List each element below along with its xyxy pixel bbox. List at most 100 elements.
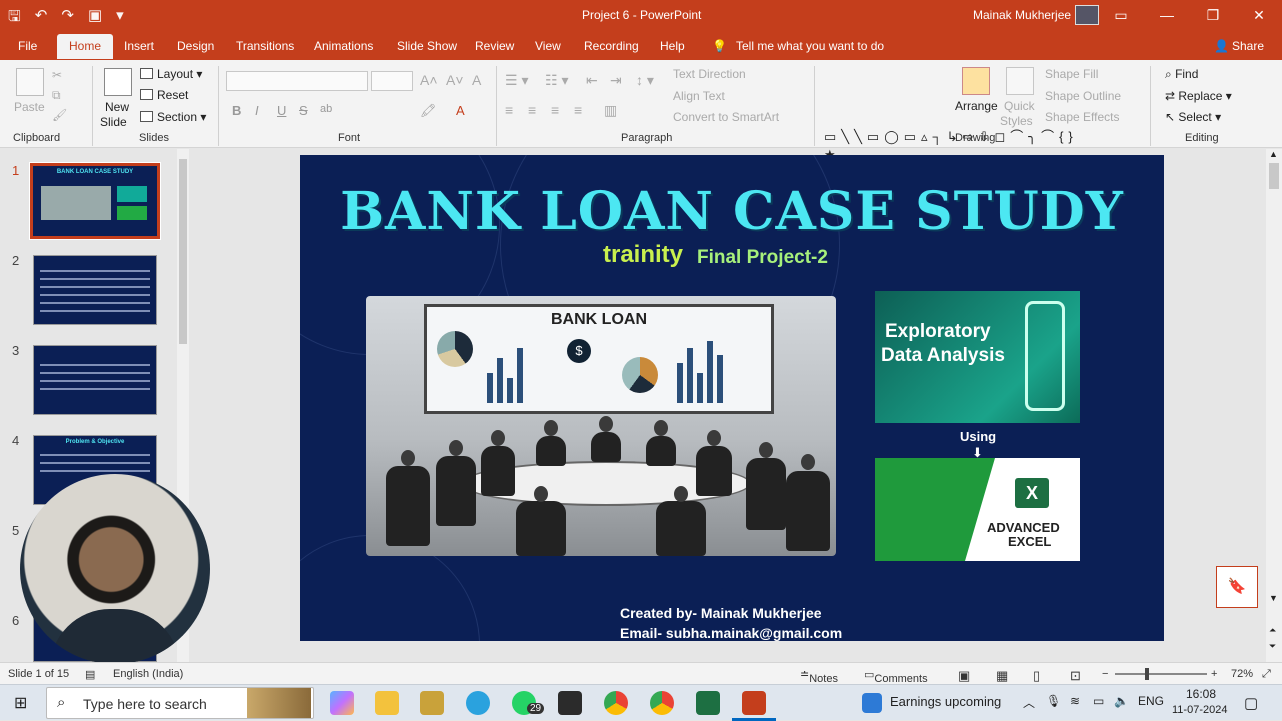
find-button[interactable]: ⌕ Find <box>1165 67 1198 82</box>
tab-slide-show[interactable]: Slide Show <box>397 39 457 53</box>
italic-button[interactable]: I <box>255 103 259 118</box>
tell-me-search[interactable]: Tell me what you want to do <box>736 39 884 53</box>
new-slide-label-2[interactable]: Slide <box>100 115 127 129</box>
news-icon[interactable] <box>862 693 882 713</box>
tab-transitions[interactable]: Transitions <box>236 39 294 53</box>
slide-scrollbar[interactable]: ▲ ▼ ⏶ ⏷ <box>1266 149 1282 662</box>
close-button[interactable]: ✕ <box>1236 0 1282 32</box>
font-size-combo[interactable] <box>371 71 413 91</box>
present-icon[interactable]: ▣ <box>88 6 102 31</box>
quick-styles-icon[interactable] <box>1006 67 1034 95</box>
highlight-icon[interactable]: 🖍 <box>420 103 437 119</box>
using-label[interactable]: Using <box>960 429 996 444</box>
decrease-indent-icon[interactable]: ⇤ <box>586 72 598 89</box>
powerpoint-taskbar-icon[interactable] <box>742 691 766 715</box>
tab-animations[interactable]: Animations <box>314 39 373 53</box>
ribbon-display-icon[interactable]: ▭ <box>1098 0 1144 32</box>
new-slide-icon[interactable] <box>104 68 132 96</box>
strikethrough-button[interactable]: S <box>299 103 308 118</box>
tray-expand-icon[interactable]: ︿ <box>1023 694 1035 711</box>
arrange-button[interactable]: Arrange <box>955 99 998 113</box>
format-painter-icon[interactable]: 🖌 <box>52 108 67 122</box>
slideshow-view-icon[interactable]: ⊡ <box>1070 668 1081 684</box>
zoom-in-icon[interactable]: + <box>1211 668 1217 680</box>
normal-view-icon[interactable]: ▣ <box>958 668 970 684</box>
zoom-slider[interactable] <box>1115 668 1207 680</box>
next-slide-icon[interactable]: ⏷ <box>1269 641 1276 652</box>
volume-icon[interactable]: 🔈 <box>1114 694 1129 708</box>
slide-sorter-icon[interactable]: ▦ <box>996 668 1008 684</box>
email[interactable]: Email- subha.mainak@gmail.com <box>620 625 842 641</box>
justify-icon[interactable]: ≡ <box>574 102 582 118</box>
comments-button[interactable]: ▭ Comments <box>864 668 928 685</box>
customize-qat-icon[interactable]: ▾ <box>116 6 124 31</box>
text-direction-button[interactable]: Text Direction <box>673 67 746 81</box>
tab-insert[interactable]: Insert <box>124 39 154 53</box>
minimize-button[interactable]: — <box>1144 0 1190 32</box>
eda-image[interactable]: Exploratory Data Analysis <box>875 291 1080 423</box>
increase-indent-icon[interactable]: ⇥ <box>610 72 622 89</box>
paste-icon[interactable] <box>16 68 44 96</box>
slide-scroll-thumb[interactable] <box>1269 163 1279 189</box>
save-icon[interactable]: 🖫 <box>8 6 21 31</box>
input-language[interactable]: ENG <box>1138 694 1164 708</box>
bold-button[interactable]: B <box>232 103 241 118</box>
windows-start-icon[interactable]: ⊞ <box>14 693 27 713</box>
tab-recording[interactable]: Recording <box>584 39 639 53</box>
file-explorer-icon[interactable] <box>375 691 399 715</box>
tab-review[interactable]: Review <box>475 39 514 53</box>
previous-slide-icon[interactable]: ⏶ <box>1269 625 1276 636</box>
shadow-button[interactable]: ab <box>320 103 332 115</box>
news-widget[interactable]: Earnings upcoming <box>890 694 1001 709</box>
clock-date[interactable]: 11-07-2024 <box>1172 704 1227 716</box>
paste-button[interactable]: Paste <box>14 100 45 114</box>
thumbnails-scroll-thumb[interactable] <box>179 159 187 344</box>
fit-to-window-icon[interactable]: ⤢ <box>1262 668 1271 681</box>
tab-design[interactable]: Design <box>177 39 214 53</box>
microphone-icon[interactable]: 🎙 <box>1046 694 1061 708</box>
scroll-up-icon[interactable]: ▲ <box>1269 149 1278 159</box>
bullets-icon[interactable]: ☰ ▾ <box>505 72 528 89</box>
replace-button[interactable]: ⇄ Replace ▾ <box>1165 89 1232 103</box>
zoom-out-icon[interactable]: − <box>1102 668 1108 680</box>
shape-effects-button[interactable]: Shape Effects <box>1045 110 1120 124</box>
zoom-slider-thumb[interactable] <box>1145 668 1149 680</box>
chrome-icon[interactable] <box>604 691 628 715</box>
notifications-icon[interactable]: ▢ <box>1244 694 1258 712</box>
redo-icon[interactable]: ↷ <box>61 6 74 31</box>
chrome-profile-icon[interactable] <box>650 691 674 715</box>
new-slide-label-1[interactable]: New <box>105 100 129 114</box>
sticky-notes-icon[interactable] <box>558 691 582 715</box>
meeting-illustration[interactable]: BANK LOAN $ <box>366 296 836 556</box>
copilot-icon[interactable] <box>330 691 354 715</box>
scroll-down-icon[interactable]: ▼ <box>1269 593 1278 603</box>
slide-thumbnail-2[interactable] <box>33 255 157 325</box>
language-indicator[interactable]: English (India) <box>113 668 183 680</box>
align-right-icon[interactable]: ≡ <box>551 102 559 118</box>
section-button[interactable]: Section ▾ <box>140 110 206 124</box>
arrange-icon[interactable] <box>962 67 990 95</box>
align-left-icon[interactable]: ≡ <box>505 102 513 118</box>
font-color-icon[interactable]: A <box>456 103 465 118</box>
clear-format-button[interactable]: A <box>472 72 481 88</box>
shrink-font-button[interactable]: A˅ <box>446 72 464 88</box>
share-button[interactable]: Share <box>1232 39 1264 53</box>
telegram-icon[interactable] <box>466 691 490 715</box>
avatar[interactable] <box>1075 5 1099 25</box>
copy-icon[interactable]: ⧉ <box>52 88 61 103</box>
tab-home[interactable]: Home <box>57 34 114 59</box>
font-name-combo[interactable] <box>226 71 368 91</box>
clock-time[interactable]: 16:08 <box>1186 687 1216 701</box>
tab-file[interactable]: File <box>18 39 37 53</box>
underline-button[interactable]: U <box>277 103 286 118</box>
taskbar-search[interactable]: ⌕ Type here to search <box>46 687 314 719</box>
tab-view[interactable]: View <box>535 39 561 53</box>
notes-button[interactable]: ≐ Notes <box>800 668 838 685</box>
columns-icon[interactable]: ▥ <box>604 102 617 119</box>
undo-icon[interactable]: ↶ <box>35 6 48 31</box>
user-name[interactable]: Mainak Mukherjee <box>973 8 1071 22</box>
zoom-level[interactable]: 72% <box>1231 668 1253 680</box>
select-button[interactable]: ↖ Select ▾ <box>1165 110 1221 124</box>
quick-styles-label-2[interactable]: Styles <box>1000 114 1033 128</box>
slide-title[interactable]: BANK LOAN CASE STUDY <box>300 181 1164 242</box>
